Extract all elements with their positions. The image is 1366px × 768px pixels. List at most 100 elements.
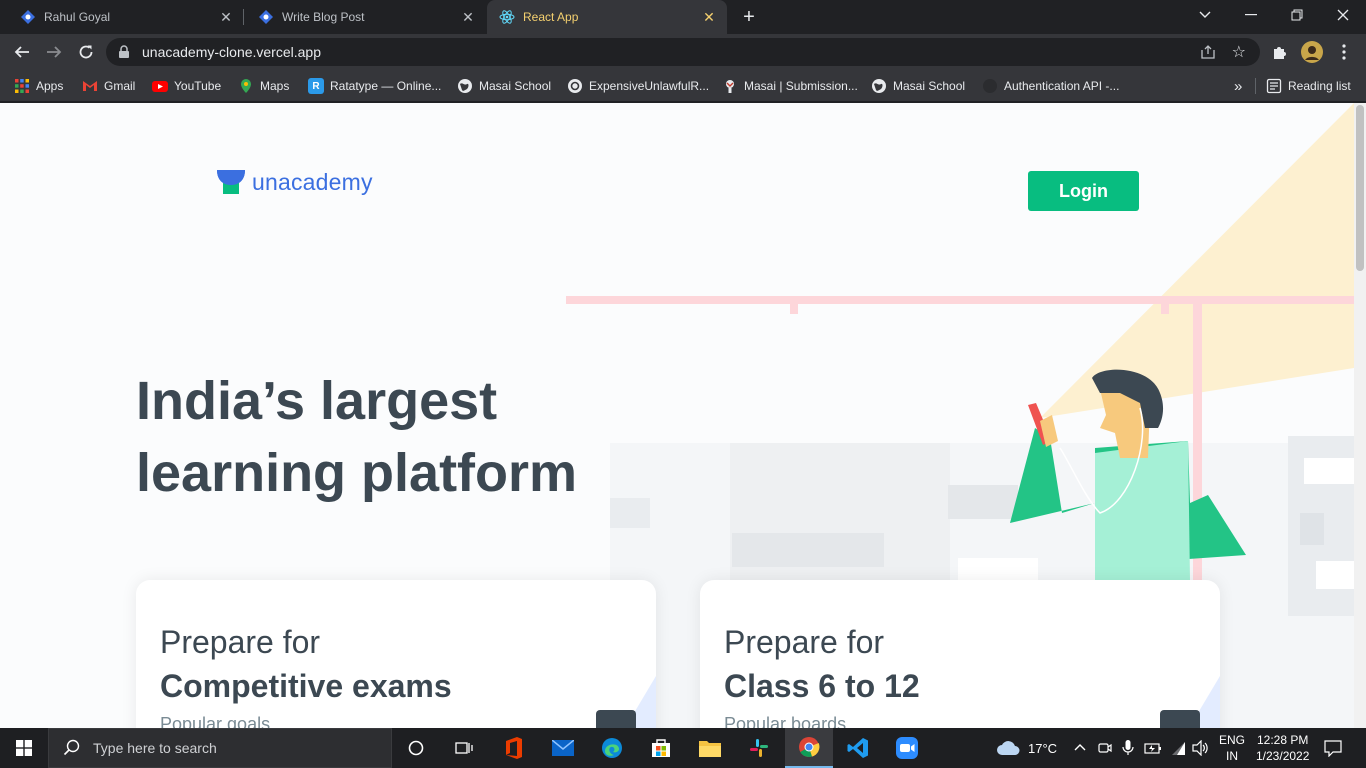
kebab-menu-icon[interactable] [1330,38,1358,66]
reading-list-label: Reading list [1288,79,1351,93]
class-6-to-12-card[interactable]: Prepare for Class 6 to 12 Popular boards [700,580,1220,728]
vscode-icon[interactable] [834,728,882,768]
bookmark-masai-submission[interactable]: Masai | Submission... [722,76,858,96]
forward-arrow-icon[interactable] [40,38,68,66]
address-bar[interactable]: unacademy-clone.vercel.app ☆ [106,38,1260,66]
unacademy-logo-icon [217,169,245,194]
wifi-icon[interactable] [1170,740,1186,756]
meet-now-icon[interactable] [1098,740,1112,756]
language-line-2[interactable]: IN [1226,749,1238,763]
masai-icon [726,80,734,93]
language-line-1[interactable]: ENG [1219,733,1245,747]
replit-icon [568,79,582,93]
hero-headline: India’s largest learning platform [136,365,577,509]
scrollbar-thumb[interactable] [1356,105,1364,271]
edge-browser-icon[interactable] [588,728,636,768]
battery-charging-icon[interactable] [1144,741,1162,755]
page-scrollbar[interactable] [1354,103,1366,728]
tab-rahul-goyal[interactable]: Rahul Goyal ✕ [0,0,244,34]
bookmark-gmail[interactable]: Gmail [82,76,135,96]
card-subtitle: Prepare for [724,624,885,660]
tray-chevron-up-icon[interactable] [1074,743,1086,751]
blog-favicon-icon [21,10,35,24]
volume-icon[interactable] [1192,740,1210,756]
tab-title: React App [523,10,579,24]
youtube-icon [152,81,168,92]
bookmark-expensive-unlawful[interactable]: ExpensiveUnlawfulR... [567,76,709,96]
file-explorer-icon[interactable] [686,728,734,768]
new-tab-button[interactable]: + [737,5,761,29]
notification-icon[interactable] [1324,739,1342,757]
share-icon[interactable] [1200,44,1216,60]
blog-favicon-icon [259,10,273,24]
bookmark-youtube[interactable]: YouTube [152,76,221,96]
globe-icon [872,79,886,93]
bookmarks-overflow-button[interactable]: » [1234,76,1242,96]
unacademy-logo[interactable]: unacademy [216,169,373,196]
card-title: Class 6 to 12 [724,668,920,704]
browser-toolbar: unacademy-clone.vercel.app ☆ [0,34,1366,70]
tab-search-chevron-icon[interactable] [1182,0,1228,30]
mail-icon[interactable] [539,728,587,768]
bookmark-label: Masai School [893,79,966,93]
tab-title: Write Blog Post [282,10,365,24]
bookmark-star-icon[interactable]: ☆ [1232,42,1246,62]
card-subtitle: Prepare for [160,624,321,660]
search-placeholder: Type here to search [93,740,217,756]
weather-temperature[interactable]: 17°C [1028,741,1057,756]
clock-time[interactable]: 12:28 PM [1257,733,1308,747]
minimize-button[interactable] [1228,0,1274,30]
bookmark-label: Gmail [104,79,136,93]
lock-icon [119,45,129,58]
profile-avatar[interactable] [1298,38,1326,66]
cloud-weather-icon[interactable] [996,740,1020,756]
apps-grid-icon [15,79,29,93]
store-icon[interactable] [637,728,685,768]
bookmark-label: Authentication API -... [1004,79,1120,93]
card-caption: Popular goals [160,714,271,728]
headline-line-1: India’s largest [136,371,498,431]
windows-start-icon[interactable] [0,728,48,768]
bookmark-apps[interactable]: Apps [14,76,63,96]
tab-strip: Rahul Goyal ✕ Write Blog Post ✕ React Ap… [0,0,1366,34]
tab-write-blog-post[interactable]: Write Blog Post ✕ [244,0,486,34]
extensions-puzzle-icon[interactable] [1266,38,1294,66]
bookmark-masai-school[interactable]: Masai School [457,76,551,96]
task-view-icon[interactable] [440,728,488,768]
cortana-circle-icon[interactable] [392,728,440,768]
bookmark-maps[interactable]: Maps [238,76,289,96]
page-viewport: unacademy Login India’s largest learning… [0,103,1354,728]
bookmark-authentication-api[interactable]: Authentication API -... [982,76,1119,96]
slack-icon[interactable] [735,728,783,768]
url-text: unacademy-clone.vercel.app [142,44,321,60]
clock-date[interactable]: 1/23/2022 [1256,749,1309,763]
maps-pin-icon [241,79,251,93]
back-arrow-icon[interactable] [8,38,36,66]
taskbar-search-box[interactable]: Type here to search [48,728,392,768]
search-icon [63,739,80,756]
bookmark-ratatype[interactable]: R Ratatype — Online... [308,76,441,96]
gmail-icon [83,81,97,91]
reload-icon[interactable] [72,38,100,66]
ratatype-icon: R [308,78,324,94]
bookmark-label: Ratatype — Online... [330,79,442,93]
bookmark-label: Masai School [479,79,552,93]
microphone-icon[interactable] [1122,740,1134,756]
office-icon[interactable] [490,728,538,768]
restore-button[interactable] [1274,0,1320,30]
tab-title: Rahul Goyal [44,10,111,24]
bookmark-label: Maps [260,79,290,93]
tab-close-icon[interactable]: ✕ [218,9,234,26]
tab-close-icon[interactable]: ✕ [460,9,476,26]
globe-icon [458,79,472,93]
login-button[interactable]: Login [1028,171,1139,211]
tab-react-app[interactable]: React App ✕ [487,0,727,34]
reading-list-button[interactable]: Reading list [1266,76,1351,96]
bookmark-masai-school-2[interactable]: Masai School [871,76,965,96]
chrome-taskbar-icon[interactable] [785,728,833,768]
tab-close-icon[interactable]: ✕ [701,9,717,26]
bookmark-label: Masai | Submission... [744,79,858,93]
competitive-exams-card[interactable]: Prepare for Competitive exams Popular go… [136,580,656,728]
zoom-icon[interactable] [883,728,931,768]
close-window-button[interactable] [1320,0,1366,30]
